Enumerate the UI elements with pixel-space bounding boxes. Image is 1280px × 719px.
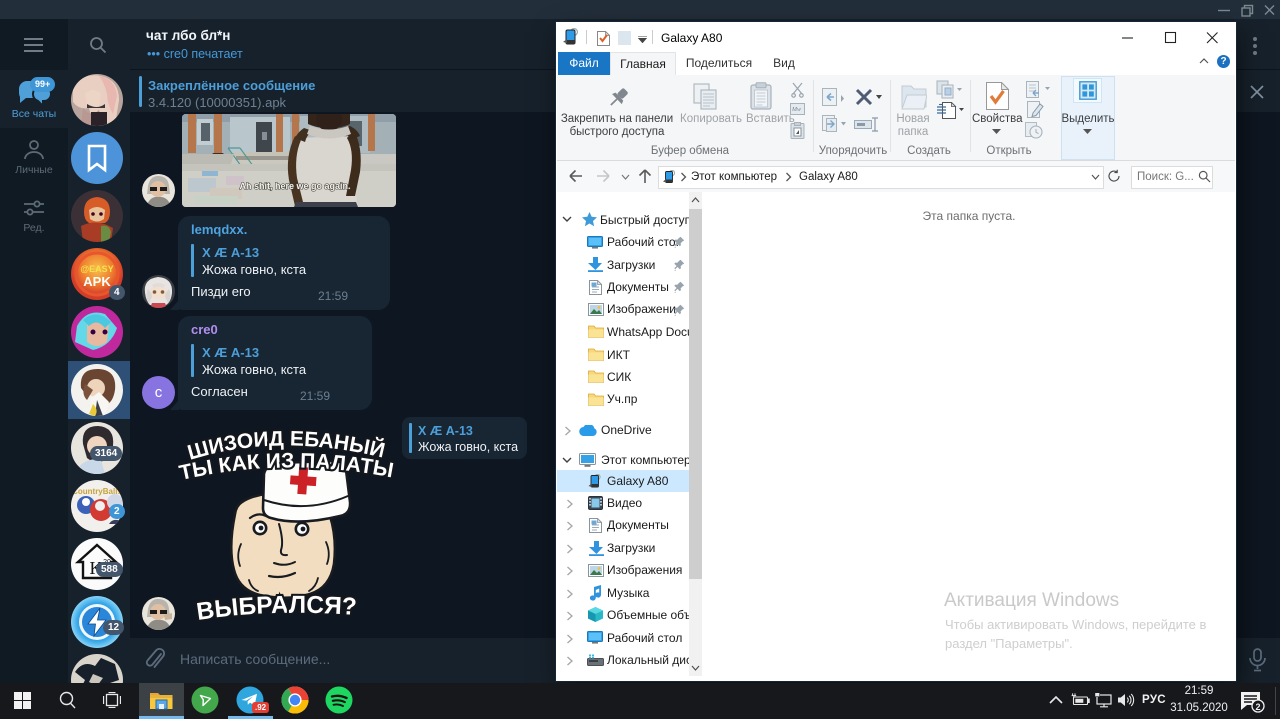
svg-text:Ah shit, here we go again.: Ah shit, here we go again. <box>239 181 350 191</box>
svg-text:Mw: Mw <box>791 107 801 113</box>
svg-text:APK: APK <box>83 274 111 289</box>
svg-text:@EASY: @EASY <box>80 264 113 274</box>
svg-text:2: 2 <box>1255 702 1260 712</box>
svg-text:ВЫБРАЛСЯ?: ВЫБРАЛСЯ? <box>195 592 358 624</box>
